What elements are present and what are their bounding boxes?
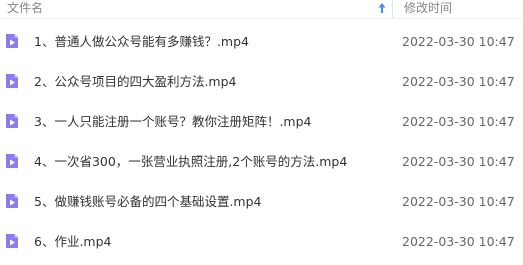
file-modified-time: 2022-03-30 10:47 (402, 234, 515, 249)
video-file-icon (4, 73, 20, 89)
video-file-icon (4, 153, 20, 169)
list-header: 文件名 修改时间 (0, 0, 523, 18)
arrow-up-icon[interactable] (377, 1, 387, 15)
file-row[interactable]: 2、公众号项目的四大盈利方法.mp4 2022-03-30 10:47 (0, 59, 523, 99)
file-modified-time: 2022-03-30 10:47 (402, 74, 515, 89)
file-modified-time: 2022-03-30 10:47 (402, 194, 515, 209)
column-header-modified-time[interactable]: 修改时间 (404, 0, 452, 18)
file-name: 2、公众号项目的四大盈利方法.mp4 (34, 74, 237, 89)
file-name: 5、做赚钱账号必备的四个基础设置.mp4 (34, 194, 262, 209)
file-row[interactable]: 1、普通人做公众号能有多赚钱？.mp4 2022-03-30 10:47 (0, 19, 523, 59)
video-file-icon (4, 233, 20, 249)
file-modified-time: 2022-03-30 10:47 (402, 34, 515, 49)
file-row[interactable]: 4、一次省300，一张营业执照注册,2个账号的方法.mp4 2022-03-30… (0, 139, 523, 179)
file-row[interactable]: 6、作业.mp4 2022-03-30 10:47 (0, 219, 523, 259)
file-row[interactable]: 3、一人只能注册一个账号？教你注册矩阵！.mp4 2022-03-30 10:4… (0, 99, 523, 139)
file-modified-time: 2022-03-30 10:47 (402, 154, 515, 169)
file-name: 4、一次省300，一张营业执照注册,2个账号的方法.mp4 (34, 154, 348, 169)
file-row[interactable]: 5、做赚钱账号必备的四个基础设置.mp4 2022-03-30 10:47 (0, 179, 523, 219)
column-header-name[interactable]: 文件名 (7, 0, 43, 18)
video-file-icon (4, 113, 20, 129)
column-divider[interactable] (392, 0, 393, 18)
video-file-icon (4, 33, 20, 49)
video-file-icon (4, 193, 20, 209)
file-list: 文件名 修改时间 1、普通人做公众号能有多赚钱？.mp4 2022-03-30 … (0, 0, 523, 265)
file-name: 1、普通人做公众号能有多赚钱？.mp4 (34, 34, 249, 49)
file-rows: 1、普通人做公众号能有多赚钱？.mp4 2022-03-30 10:47 2、公… (0, 19, 523, 259)
file-name: 6、作业.mp4 (34, 234, 112, 249)
file-modified-time: 2022-03-30 10:47 (402, 114, 515, 129)
file-name: 3、一人只能注册一个账号？教你注册矩阵！.mp4 (34, 114, 312, 129)
